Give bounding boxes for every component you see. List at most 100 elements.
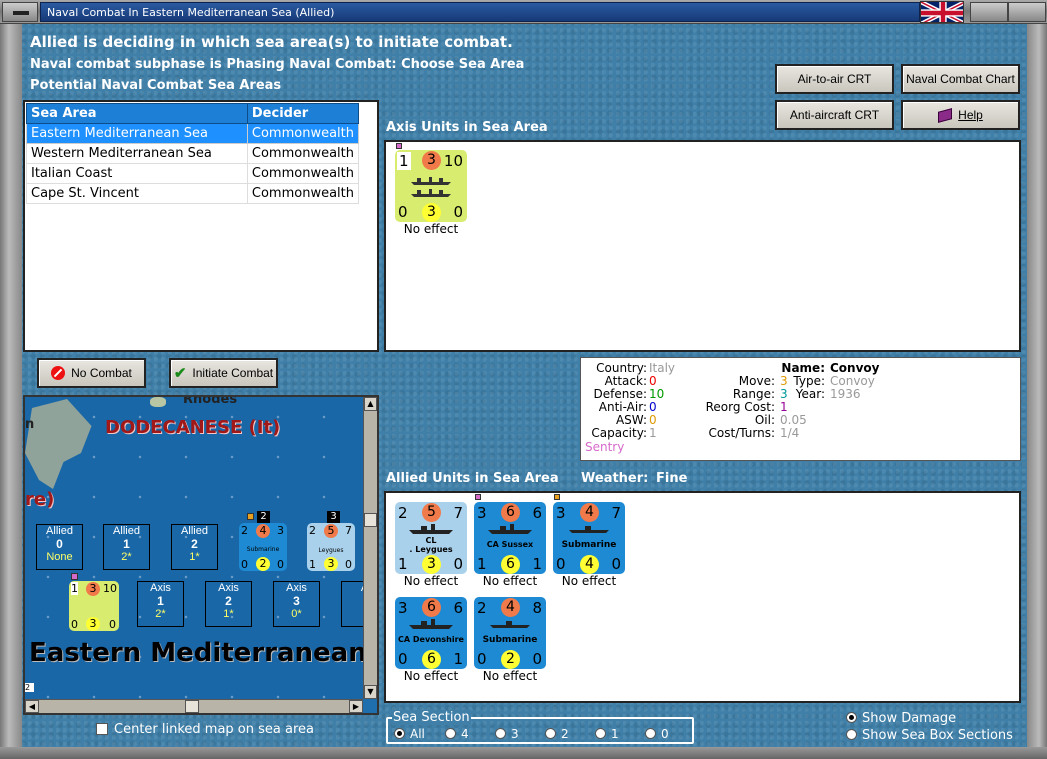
table-row[interactable]: Western Mediterranean Sea Commonwealth [26,143,360,164]
button-label: No Combat [71,366,132,380]
checkmark-icon: ✔ [173,365,187,382]
info-value: Convoy [830,374,875,388]
no-combat-button[interactable]: No Combat [37,358,146,388]
radio-button[interactable] [846,729,857,740]
scroll-down-arrow[interactable]: ▼ [364,685,377,699]
radio-button[interactable] [445,728,456,739]
radio-button[interactable] [645,728,656,739]
radio-label: Show Sea Box Sections [862,728,1013,743]
axis-stack-box[interactable]: Axis 3 0* [273,581,320,627]
radio-label: 2 [561,727,569,741]
info-key: Cost/Turns: [708,426,775,440]
unit-name: Leygues [318,547,344,554]
counter-value: 1 [309,558,316,571]
table-row[interactable]: Cape St. Vincent Commonwealth [26,183,360,204]
info-key: Type: [793,374,825,388]
unit-marker-icon [247,513,254,520]
sea-section-radio-0[interactable]: 0 [645,727,669,741]
allied-unit-counter[interactable]: 2 4 8 Submarine 0 2 0 [474,597,546,669]
counter-value: 1 [453,650,463,668]
stack-count-badge: 2 [257,511,270,523]
close-button[interactable] [1008,2,1046,22]
scroll-thumb[interactable] [364,513,377,527]
sea-section-radio-3[interactable]: 3 [495,727,519,741]
allied-stack-box[interactable]: Allied 0 None [36,524,83,570]
allied-stack-box[interactable]: Allied 2 1* [171,524,218,570]
allied-unit-counter[interactable]: 3 4 7 Submarine 0 4 0 [553,502,625,574]
radio-button[interactable] [495,728,506,739]
stack-count-badge: 3 [327,511,340,523]
show-damage-radio[interactable]: Show Damage [846,711,956,726]
counter-value: 4 [580,555,599,574]
system-menu-button[interactable] [2,2,38,22]
allied-stack-box[interactable]: Allied 1 2* [103,524,150,570]
allied-unit-counter[interactable]: 3 6 6 CA Devonshire 0 6 1 [395,597,467,669]
air-to-air-crt-button[interactable]: Air-to-air CRT [775,64,894,94]
show-sea-box-radio[interactable]: Show Sea Box Sections [846,728,1013,743]
map-horizontal-scrollbar[interactable]: ◀ ▶ [25,699,363,713]
sea-section-radio-all[interactable]: All [394,727,425,741]
counter-value: 0 [277,558,284,571]
box-number: 2 [191,537,198,551]
counter-value: 7 [611,504,621,522]
cruiser-icon [409,524,453,534]
help-button[interactable]: Help [901,100,1020,130]
radio-button[interactable] [846,712,857,723]
sea-area-list[interactable]: Sea Area Decider Eastern Mediterranean S… [23,100,379,352]
scroll-up-arrow[interactable]: ▲ [364,397,377,411]
map-vertical-scrollbar[interactable]: ▲ ▼ [363,397,377,699]
axis-stack-box[interactable]: Axis 2 1* [205,581,252,627]
map-corner-marker: 2 [25,683,34,692]
counter-value: 3 [422,203,441,222]
radio-label: 0 [661,727,669,741]
box-value: 2* [121,551,132,563]
map-cruiser-counter[interactable]: 2 5 7 Leygues 1 3 0 [307,523,355,571]
sea-area-header[interactable]: Sea Area [26,103,248,124]
counter-value: 6 [422,650,441,669]
center-map-checkbox[interactable]: Center linked map on sea area [96,722,314,737]
radio-label: 1 [611,727,619,741]
counter-value: 3 [422,151,441,170]
radio-button[interactable] [595,728,606,739]
counter-value: 4 [256,524,270,538]
counter-value: 2 [309,524,316,537]
scroll-right-arrow[interactable]: ▶ [349,700,363,713]
axis-unit-counter[interactable]: 1 3 10 0 3 0 [395,150,467,222]
decider-header[interactable]: Decider [246,103,360,124]
counter-value: 8 [532,599,542,617]
info-key: Country: [596,361,647,375]
radio-button[interactable] [394,728,405,739]
info-key: Range: [732,387,775,401]
anti-aircraft-crt-button[interactable]: Anti-aircraft CRT [775,100,894,130]
axis-stack-box[interactable]: Axis 1 2* [137,581,184,627]
minimize-button[interactable] [970,2,1008,22]
uk-flag-icon [920,1,964,23]
sea-section-radio-1[interactable]: 1 [595,727,619,741]
allied-units-panel[interactable]: 2 5 7 CL . Leygues 1 3 0 No effect 3 6 6… [384,491,1021,703]
window-title: Naval Combat In Eastern Mediterranean Se… [40,2,920,22]
allied-unit-counter[interactable]: 3 6 6 CA Sussex 1 6 1 [474,502,546,574]
scroll-left-arrow[interactable]: ◀ [25,700,39,713]
map-axis-counter[interactable]: 1 3 10 0 3 0 [69,581,119,631]
table-row[interactable]: Italian Coast Commonwealth [26,163,360,184]
sea-section-radio-2[interactable]: 2 [545,727,569,741]
scroll-thumb[interactable] [185,700,199,713]
convoy-ships-icon [411,177,451,197]
checkbox-box[interactable] [96,723,108,735]
map-submarine-counter[interactable]: 2 4 3 Submarine 0 2 0 [239,523,287,571]
initiate-combat-button[interactable]: ✔ Initiate Combat [169,358,278,388]
info-key: Attack: [604,374,647,388]
naval-combat-chart-button[interactable]: Naval Combat Chart [901,64,1020,94]
axis-units-panel[interactable]: 1 3 10 0 3 0 No effect [384,140,1021,352]
allied-unit-counter[interactable]: 2 5 7 CL . Leygues 1 3 0 [395,502,467,574]
counter-value: 5 [324,524,338,538]
button-label: Initiate Combat [192,366,274,380]
rhodes-label: Rhodes [183,395,238,407]
counter-value: 3 [398,599,408,617]
title-bar: Naval Combat In Eastern Mediterranean Se… [0,0,1047,24]
sea-section-radio-4[interactable]: 4 [445,727,469,741]
counter-value: 0 [345,558,352,571]
linked-map-view[interactable]: Rhodes n DODECANESE (It) re) Allied 0 None… [23,395,379,715]
table-row[interactable]: Eastern Mediterranean Sea Commonwealth [26,123,360,144]
radio-button[interactable] [545,728,556,739]
